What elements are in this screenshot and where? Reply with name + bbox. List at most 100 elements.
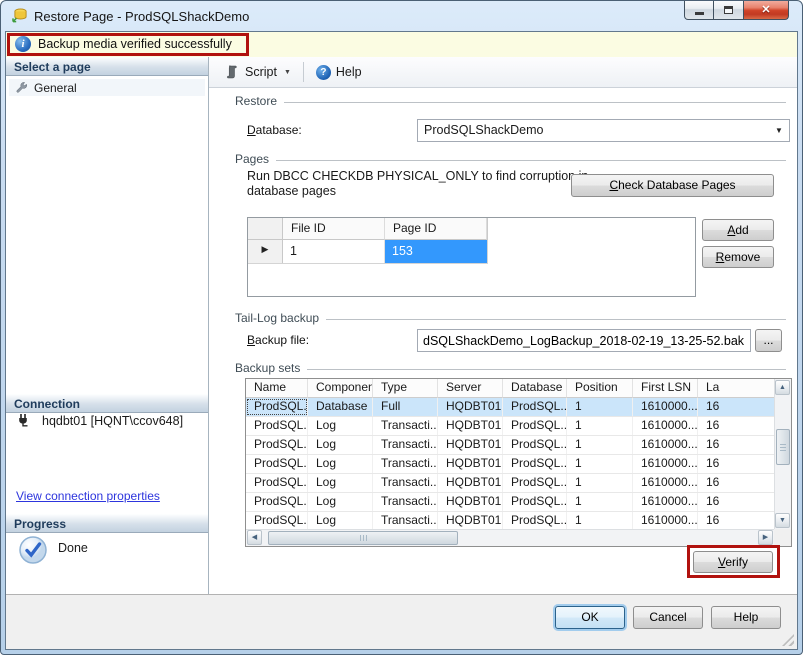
cell[interactable]: Transacti... [373,493,438,511]
cell[interactable]: 16 [698,512,776,530]
scroll-left-icon[interactable]: ◀ [247,530,262,545]
column-header-first-lsn[interactable]: First LSN [633,379,698,398]
cell[interactable]: Log [308,512,373,530]
help-toolbar-button[interactable]: ? Help [310,62,368,83]
cell[interactable]: HQDBT01 [438,417,503,435]
database-dropdown[interactable]: ProdSQLShackDemo ▼ [417,119,790,142]
cell[interactable]: HQDBT01 [438,474,503,492]
cell[interactable]: Full [373,398,438,416]
column-header-server[interactable]: Server [438,379,503,398]
cell[interactable]: ProdSQL... [503,493,567,511]
cell[interactable]: Transacti... [373,455,438,473]
cancel-button[interactable]: Cancel [633,606,703,629]
cell[interactable]: ProdSQL... [246,417,308,435]
scroll-right-icon[interactable]: ▶ [758,530,773,545]
cell[interactable]: 1 [567,436,633,454]
view-connection-properties-link[interactable]: View connection properties [16,489,160,503]
page-id-cell[interactable]: 153 [385,240,487,263]
column-header-component[interactable]: Component [308,379,373,398]
verify-button[interactable]: Verify [693,551,773,573]
backup-set-row[interactable]: ProdSQL...DatabaseFullHQDBT01ProdSQL...1… [246,398,791,417]
remove-button[interactable]: Remove [702,246,774,268]
cell[interactable]: 1610000... [633,417,698,435]
minimize-button[interactable] [684,0,714,20]
cell[interactable]: ProdSQL... [246,455,308,473]
cell[interactable]: 1610000... [633,436,698,454]
cell[interactable]: 1610000... [633,398,698,416]
cell[interactable]: Log [308,474,373,492]
backup-set-row[interactable]: ProdSQL...LogTransacti...HQDBT01ProdSQL.… [246,493,791,512]
cell[interactable]: Log [308,455,373,473]
cell[interactable]: Log [308,417,373,435]
add-button[interactable]: Add [702,219,774,241]
cell[interactable]: 16 [698,493,776,511]
cell[interactable]: HQDBT01 [438,398,503,416]
cell[interactable]: 16 [698,455,776,473]
cell[interactable]: 1 [567,398,633,416]
cell[interactable]: 1610000... [633,474,698,492]
cell[interactable]: ProdSQL... [503,417,567,435]
cell[interactable]: Transacti... [373,512,438,530]
cell[interactable]: ProdSQL... [246,493,308,511]
column-header-database[interactable]: Database [503,379,567,398]
cell[interactable]: ProdSQL... [246,512,308,530]
page-grid-row[interactable]: ▶ 1 153 [248,240,488,264]
cell[interactable]: 1 [567,455,633,473]
backup-set-row[interactable]: ProdSQL...LogTransacti...HQDBT01ProdSQL.… [246,474,791,493]
cell[interactable]: ProdSQL... [246,398,308,416]
column-header-page-id[interactable]: Page ID [385,218,487,240]
ok-button[interactable]: OK [555,606,625,629]
cell[interactable]: HQDBT01 [438,436,503,454]
check-database-pages-button[interactable]: Check Database Pages [571,174,774,197]
column-header-position[interactable]: Position [567,379,633,398]
cell[interactable]: Log [308,436,373,454]
cell[interactable]: 1 [567,512,633,530]
close-button[interactable]: ✕ [743,0,789,20]
scroll-up-icon[interactable]: ▲ [775,380,790,395]
scroll-down-icon[interactable]: ▼ [775,513,790,528]
horizontal-scrollbar[interactable]: ◀ ▶ [246,529,774,546]
column-header-la[interactable]: La [698,379,776,398]
cell[interactable]: HQDBT01 [438,493,503,511]
backup-set-row[interactable]: ProdSQL...LogTransacti...HQDBT01ProdSQL.… [246,436,791,455]
cell[interactable]: Transacti... [373,474,438,492]
cell[interactable]: ProdSQL... [503,398,567,416]
script-button[interactable]: Script ▼ [218,61,297,83]
browse-button[interactable]: ... [755,329,782,352]
backup-set-row[interactable]: ProdSQL...LogTransacti...HQDBT01ProdSQL.… [246,417,791,436]
cell[interactable]: 16 [698,436,776,454]
backup-file-input[interactable] [417,329,751,352]
cell[interactable]: Transacti... [373,436,438,454]
vertical-scrollbar[interactable]: ▲ ▼ [774,379,791,529]
cell[interactable]: 1610000... [633,455,698,473]
cell[interactable]: HQDBT01 [438,512,503,530]
vertical-scrollbar-thumb[interactable] [776,429,790,465]
backup-set-row[interactable]: ProdSQL...LogTransacti...HQDBT01ProdSQL.… [246,455,791,474]
help-button[interactable]: Help [711,606,781,629]
cell[interactable]: HQDBT01 [438,455,503,473]
cell[interactable]: ProdSQL... [503,512,567,530]
column-header-file-id[interactable]: File ID [283,218,385,240]
cell[interactable]: 16 [698,474,776,492]
cell[interactable]: 1610000... [633,493,698,511]
cell[interactable]: 16 [698,398,776,416]
cell[interactable]: ProdSQL... [503,436,567,454]
cell[interactable]: Log [308,493,373,511]
resize-grip[interactable] [782,634,794,646]
horizontal-scrollbar-thumb[interactable] [268,531,458,545]
cell[interactable]: ProdSQL... [246,436,308,454]
cell[interactable]: ProdSQL... [503,474,567,492]
cell[interactable]: Database [308,398,373,416]
cell[interactable]: ProdSQL... [246,474,308,492]
cell[interactable]: ProdSQL... [503,455,567,473]
cell[interactable]: 1610000... [633,512,698,530]
file-id-cell[interactable]: 1 [283,240,385,263]
cell[interactable]: Transacti... [373,417,438,435]
column-header-name[interactable]: Name [246,379,308,398]
cell[interactable]: 1 [567,474,633,492]
sidebar-item-general[interactable]: General [9,79,205,96]
cell[interactable]: 1 [567,493,633,511]
maximize-button[interactable] [714,0,743,20]
titlebar[interactable]: Restore Page - ProdSQLShackDemo ✕ [1,1,802,31]
cell[interactable]: 1 [567,417,633,435]
